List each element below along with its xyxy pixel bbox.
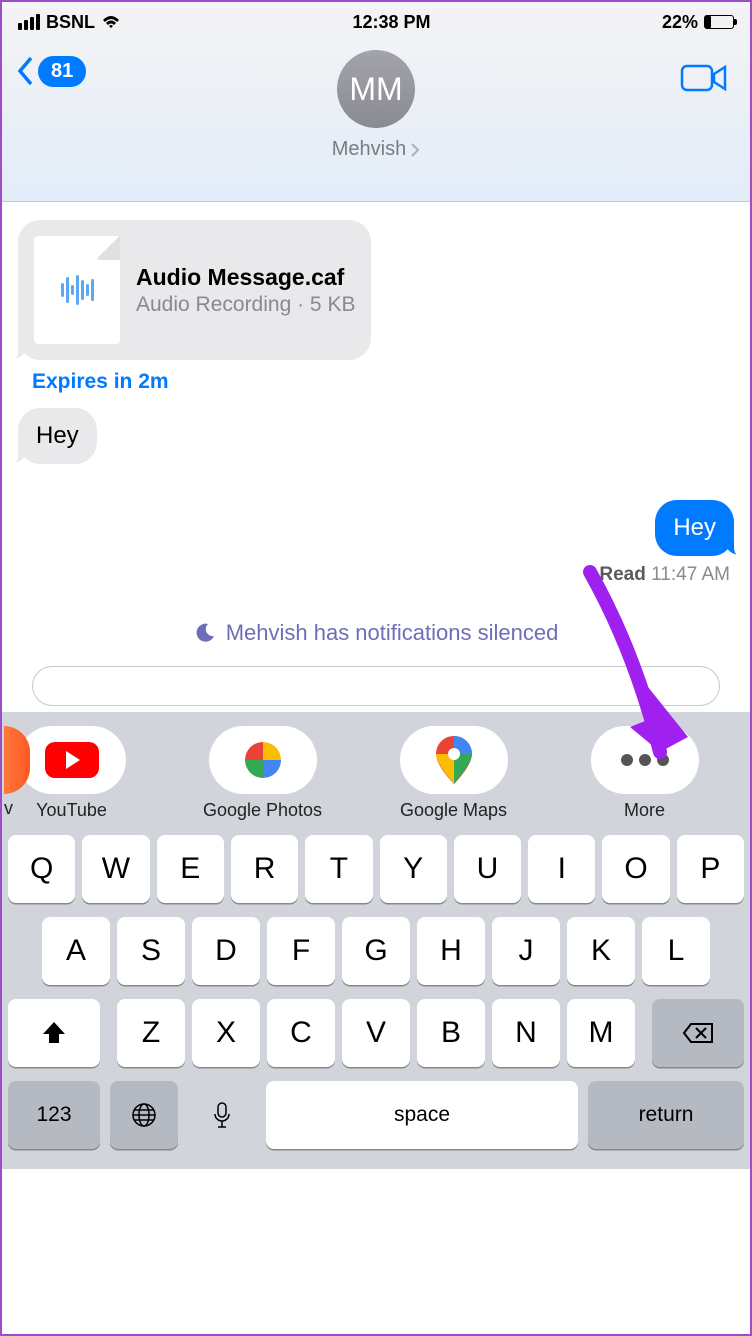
unread-badge: 81 xyxy=(38,56,86,87)
dnd-notice: Mehvish has notifications silenced xyxy=(18,620,734,646)
key-c[interactable]: C xyxy=(267,999,335,1067)
key-z[interactable]: Z xyxy=(117,999,185,1067)
imessage-app-drawer[interactable]: v YouTube Google Photos Google Maps More xyxy=(2,712,750,827)
shift-key[interactable] xyxy=(8,999,100,1067)
key-m[interactable]: M xyxy=(567,999,635,1067)
status-bar: BSNL 12:38 PM 22% xyxy=(2,2,750,42)
audio-file-meta: Audio Recording · 5 KB xyxy=(136,293,355,317)
messages-list[interactable]: Audio Message.caf Audio Recording · 5 KB… xyxy=(2,202,750,712)
key-b[interactable]: B xyxy=(417,999,485,1067)
status-time: 12:38 PM xyxy=(352,12,430,33)
key-s[interactable]: S xyxy=(117,917,185,985)
key-y[interactable]: Y xyxy=(380,835,447,903)
key-l[interactable]: L xyxy=(642,917,710,985)
facetime-button[interactable] xyxy=(680,62,728,99)
waveform-icon xyxy=(61,275,94,305)
key-v[interactable]: V xyxy=(342,999,410,1067)
shift-icon xyxy=(41,1020,67,1046)
key-n[interactable]: N xyxy=(492,999,560,1067)
contact-name-button[interactable]: Mehvish xyxy=(332,138,420,161)
message-input-field[interactable] xyxy=(32,666,720,706)
conversation-header: 81 MM Mehvish xyxy=(2,42,750,202)
numeric-key[interactable]: 123 xyxy=(8,1081,100,1149)
keyboard: QWERTYUIOP ASDFGHJKL ZXCVBNM 123 space r… xyxy=(2,827,750,1169)
audio-message-bubble[interactable]: Audio Message.caf Audio Recording · 5 KB xyxy=(18,220,371,360)
app-google-photos[interactable]: Google Photos xyxy=(178,726,348,821)
chevron-back-icon xyxy=(14,54,36,88)
key-f[interactable]: F xyxy=(267,917,335,985)
key-k[interactable]: K xyxy=(567,917,635,985)
key-a[interactable]: A xyxy=(42,917,110,985)
key-r[interactable]: R xyxy=(231,835,298,903)
chevron-right-icon xyxy=(410,142,420,158)
received-message[interactable]: Hey xyxy=(18,408,97,464)
carrier-label: BSNL xyxy=(46,12,95,33)
google-photos-icon xyxy=(241,738,285,782)
audio-file-title: Audio Message.caf xyxy=(136,264,355,291)
youtube-icon xyxy=(45,742,99,778)
message-input-bar xyxy=(18,666,734,712)
globe-icon xyxy=(131,1102,157,1128)
dictation-key[interactable] xyxy=(188,1081,256,1149)
key-x[interactable]: X xyxy=(192,999,260,1067)
app-more[interactable]: More xyxy=(560,726,730,821)
video-icon xyxy=(680,62,728,94)
globe-key[interactable] xyxy=(110,1081,178,1149)
key-d[interactable]: D xyxy=(192,917,260,985)
contact-avatar[interactable]: MM xyxy=(337,50,415,128)
key-t[interactable]: T xyxy=(305,835,372,903)
read-receipt: Read 11:47 AM xyxy=(599,564,730,586)
key-o[interactable]: O xyxy=(602,835,669,903)
app-google-maps[interactable]: Google Maps xyxy=(369,726,539,821)
battery-percent: 22% xyxy=(662,12,698,33)
wifi-icon xyxy=(101,14,121,30)
back-button[interactable]: 81 xyxy=(14,54,86,88)
audio-file-icon xyxy=(34,236,120,344)
google-maps-icon xyxy=(436,736,472,784)
key-w[interactable]: W xyxy=(82,835,149,903)
expires-label: Expires in 2m xyxy=(32,370,169,394)
backspace-icon xyxy=(682,1022,714,1044)
key-h[interactable]: H xyxy=(417,917,485,985)
key-q[interactable]: Q xyxy=(8,835,75,903)
battery-icon xyxy=(704,15,734,29)
space-key[interactable]: space xyxy=(266,1081,578,1149)
key-i[interactable]: I xyxy=(528,835,595,903)
more-icon xyxy=(621,754,669,766)
mic-icon xyxy=(212,1101,232,1129)
key-e[interactable]: E xyxy=(157,835,224,903)
key-u[interactable]: U xyxy=(454,835,521,903)
signal-icon xyxy=(18,14,40,30)
key-j[interactable]: J xyxy=(492,917,560,985)
sent-message[interactable]: Hey xyxy=(655,500,734,556)
return-key[interactable]: return xyxy=(588,1081,744,1149)
moon-icon xyxy=(194,622,216,644)
backspace-key[interactable] xyxy=(652,999,744,1067)
key-p[interactable]: P xyxy=(677,835,744,903)
key-g[interactable]: G xyxy=(342,917,410,985)
